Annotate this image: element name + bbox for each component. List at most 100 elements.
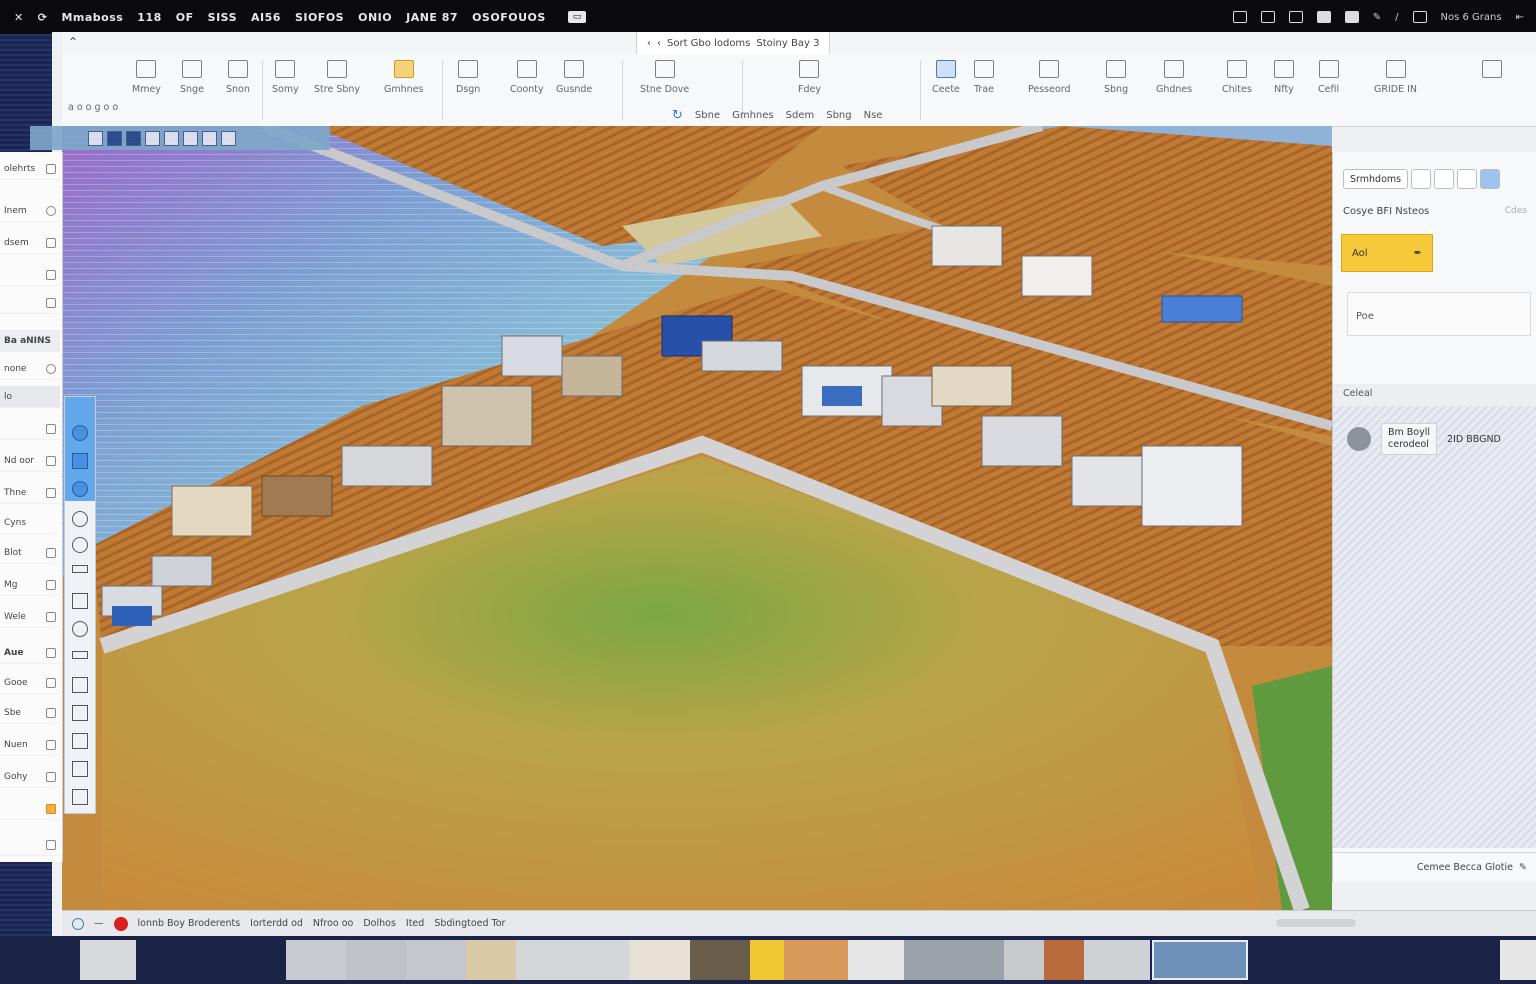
ribbon-group-stne-dove[interactable]: Stne Dove xyxy=(640,60,689,95)
menu-item-6[interactable]: ONIO xyxy=(358,11,392,24)
menu-item-1[interactable]: 118 xyxy=(137,11,161,24)
highlight-icon[interactable] xyxy=(46,803,56,814)
dock-item-9[interactable] xyxy=(784,940,848,980)
refresh-icon[interactable]: ⟳ xyxy=(38,11,48,24)
ribbon-group-export[interactable] xyxy=(1482,60,1502,84)
circle-icon[interactable] xyxy=(72,511,88,527)
arrow-icon[interactable] xyxy=(46,423,56,434)
ribbon-group-ghdnes[interactable]: Ghdnes xyxy=(1156,60,1192,95)
ribbon-group-chites[interactable]: Chites xyxy=(1222,60,1252,95)
dock-item-4[interactable] xyxy=(466,940,516,980)
subbar-item-1[interactable]: Gmhnes xyxy=(732,110,774,121)
dock-item-5[interactable] xyxy=(516,940,630,980)
menubar-badge[interactable]: ▭ xyxy=(567,11,587,23)
slider-icon[interactable] xyxy=(46,739,56,750)
dock-item-15[interactable] xyxy=(1152,940,1248,980)
left-row[interactable]: Aue xyxy=(0,642,60,664)
eye-icon[interactable] xyxy=(46,363,56,374)
image-icon[interactable] xyxy=(72,593,88,609)
left-row[interactable]: Sbe xyxy=(0,702,60,724)
ribbon-group-stre-sbny[interactable]: Stre Sbny xyxy=(314,60,360,95)
menu-item-4[interactable]: AI56 xyxy=(251,11,281,24)
ribbon-group-coonty[interactable]: Coonty xyxy=(510,60,544,95)
checkbox-icon[interactable] xyxy=(72,789,88,805)
ribbon-group-mmey[interactable]: Mmey xyxy=(132,60,161,95)
globe-icon[interactable] xyxy=(72,917,84,930)
dock-item-12[interactable] xyxy=(1004,940,1044,980)
pin-icon[interactable] xyxy=(221,130,236,146)
left-row[interactable]: Wele xyxy=(0,606,60,628)
ribbon-group-gusnde[interactable]: Gusnde xyxy=(556,60,592,95)
right-section-aux[interactable]: Cdes xyxy=(1505,206,1527,216)
menu-item-0[interactable]: Mmaboss xyxy=(61,11,123,24)
left-row[interactable]: Mg xyxy=(0,574,60,596)
expand-icon[interactable] xyxy=(46,455,56,466)
dock-item-8[interactable] xyxy=(750,940,784,980)
add-button[interactable]: Aol ✒ xyxy=(1341,234,1433,272)
orbit-icon[interactable] xyxy=(72,621,88,637)
tray-collapse-icon[interactable]: ⇤ xyxy=(1516,12,1524,23)
dock-item-home[interactable] xyxy=(80,940,136,980)
panel-icon[interactable] xyxy=(1316,11,1331,23)
sync-icon[interactable]: ↻ xyxy=(672,108,683,123)
left-row[interactable]: none xyxy=(0,358,60,380)
ribbon-group-nfty[interactable]: Nfty xyxy=(1274,60,1294,95)
left-row[interactable]: Gohy xyxy=(0,766,60,788)
dock-item-13[interactable] xyxy=(1044,940,1084,980)
left-row[interactable]: Cyns xyxy=(0,512,60,534)
image-icon[interactable] xyxy=(145,130,160,146)
left-row[interactable]: Thne xyxy=(0,482,60,504)
left-row[interactable]: olehrts xyxy=(0,158,60,180)
dock-item-11[interactable] xyxy=(904,940,1004,980)
toggle-icon[interactable] xyxy=(46,163,56,174)
map-viewport[interactable] xyxy=(62,126,1332,910)
frame-icon[interactable] xyxy=(107,130,122,146)
dock-item-2[interactable] xyxy=(346,940,406,980)
left-row[interactable]: Blot xyxy=(0,542,60,564)
ribbon-group-snge[interactable]: Snge xyxy=(180,60,204,95)
tab-icon[interactable] xyxy=(1288,11,1303,23)
tools-icon[interactable] xyxy=(183,130,198,146)
ribbon-group-ceete[interactable]: Ceete xyxy=(932,60,960,95)
settings-icon[interactable] xyxy=(46,205,56,216)
calendar-icon[interactable] xyxy=(1412,11,1427,23)
pan-icon[interactable] xyxy=(202,130,217,146)
dock-item-10[interactable] xyxy=(848,940,904,980)
dock-item-6[interactable] xyxy=(630,940,690,980)
left-row[interactable] xyxy=(0,418,60,440)
copy-icon[interactable] xyxy=(46,677,56,688)
edit-icon[interactable]: ✎ xyxy=(1519,862,1527,873)
ribbon-group-trae[interactable]: Trae xyxy=(974,60,994,95)
dock-item-1[interactable] xyxy=(286,940,346,980)
left-row[interactable] xyxy=(0,264,60,286)
left-row[interactable]: lo xyxy=(0,386,60,408)
ribbon-group-fdey[interactable]: Fdey xyxy=(798,60,821,95)
ribbon-group-cefil[interactable]: Cefil xyxy=(1318,60,1339,95)
menu-item-3[interactable]: SISS xyxy=(208,11,237,24)
back-icon[interactable] xyxy=(1457,169,1478,189)
display-icon[interactable] xyxy=(1260,11,1275,23)
folder-icon[interactable] xyxy=(46,647,56,658)
minus-icon[interactable]: — xyxy=(94,918,104,929)
grid-icon[interactable] xyxy=(46,579,56,590)
orbit-icon[interactable] xyxy=(164,130,179,146)
subbar-item-3[interactable]: Sbng xyxy=(826,110,851,121)
layers-icon[interactable] xyxy=(126,130,141,146)
brush-icon[interactable]: ✎ xyxy=(1373,12,1381,23)
ribbon-group-gmhnes[interactable]: Gmhnes xyxy=(384,60,423,95)
list-item[interactable]: Bm Boyll cerodeol 2ID BBGND xyxy=(1347,422,1536,456)
right-tab-main[interactable]: Srmhdoms xyxy=(1343,169,1409,189)
menu-item-5[interactable]: SIOFOS xyxy=(295,11,344,24)
minus-icon[interactable] xyxy=(46,839,56,850)
left-row[interactable]: Gooe xyxy=(0,672,60,694)
back-arrow-icon[interactable]: ‹ xyxy=(647,38,651,49)
lock-icon[interactable] xyxy=(46,297,56,308)
dock-item-3[interactable] xyxy=(406,940,466,980)
checkbox-icon[interactable] xyxy=(72,705,88,721)
menu-item-8[interactable]: OSOFOUOS xyxy=(472,11,546,24)
menu-item-2[interactable]: OF xyxy=(176,11,194,24)
target-icon[interactable] xyxy=(72,425,88,441)
ring-icon[interactable] xyxy=(72,537,88,553)
pen-icon[interactable]: / xyxy=(1395,12,1398,23)
view-icon[interactable] xyxy=(1411,169,1432,189)
